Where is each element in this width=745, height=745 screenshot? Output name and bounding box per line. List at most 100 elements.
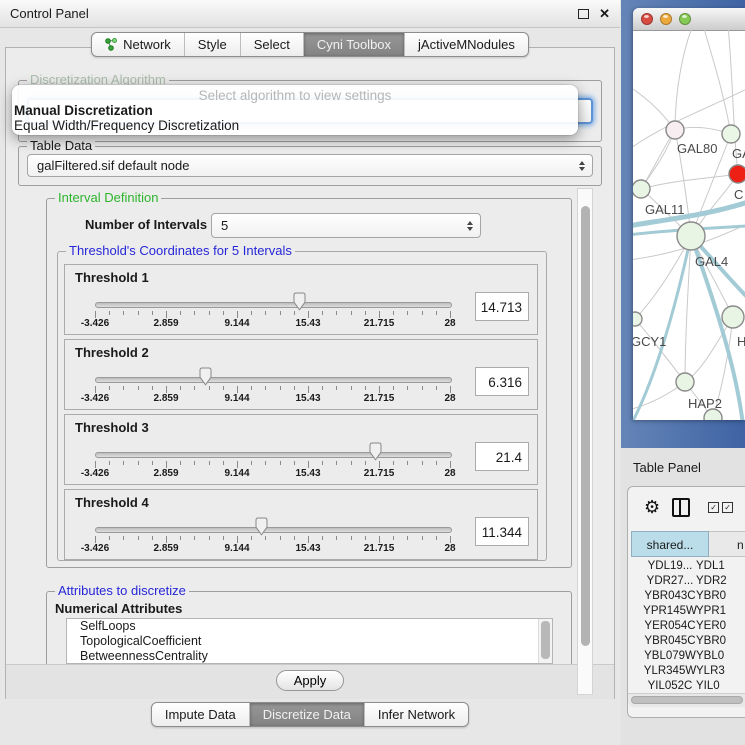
apply-button[interactable]: Apply bbox=[276, 670, 344, 691]
slider-thumb[interactable] bbox=[254, 517, 269, 536]
threshold-value-field[interactable]: 6.316 bbox=[475, 367, 529, 396]
slider-tick bbox=[109, 311, 110, 315]
slider-tick-label: 9.144 bbox=[224, 318, 249, 329]
column-header-name[interactable]: n bbox=[709, 531, 745, 557]
table-row[interactable]: YDR27...YDR2 bbox=[628, 574, 745, 589]
network-edge-highlighted[interactable] bbox=[633, 236, 691, 420]
tab-network[interactable]: Network bbox=[92, 33, 184, 56]
tab-label: Infer Network bbox=[378, 707, 455, 722]
threshold-slider[interactable]: -3.4262.8599.14415.4321.71528 bbox=[65, 340, 537, 409]
network-edge[interactable] bbox=[703, 30, 731, 134]
checkbox-icon[interactable]: ✓ bbox=[722, 502, 733, 513]
tab-select[interactable]: Select bbox=[240, 33, 303, 56]
slider-tick bbox=[294, 536, 295, 540]
split-columns-icon[interactable] bbox=[672, 498, 690, 517]
table-row[interactable]: YLR345WYLR3 bbox=[628, 664, 745, 679]
table-panel-title: Table Panel bbox=[621, 448, 745, 475]
attribute-list-item[interactable]: BetweennessCentrality bbox=[67, 649, 552, 664]
table-data-combo[interactable]: galFiltered.sif default node bbox=[27, 154, 593, 177]
tab-label: Style bbox=[198, 37, 227, 52]
slider-tick-label: 21.715 bbox=[364, 468, 395, 479]
network-node[interactable] bbox=[722, 306, 744, 328]
network-canvas[interactable]: GAL80GACGAL11GAL4GCY1HHAP2 bbox=[633, 30, 745, 420]
network-node[interactable] bbox=[666, 121, 684, 139]
slider-track[interactable] bbox=[95, 302, 452, 308]
threshold-slider[interactable]: -3.4262.8599.14415.4321.71528 bbox=[65, 415, 537, 484]
cell-name: YDL1 bbox=[696, 559, 725, 574]
tab-jactivemnodules[interactable]: jActiveMNodules bbox=[404, 33, 528, 56]
table-row[interactable]: YBR043CYBR0 bbox=[628, 589, 745, 604]
column-header-shared[interactable]: shared... bbox=[631, 531, 709, 557]
network-node[interactable] bbox=[722, 125, 740, 143]
table-row[interactable]: YER054CYER0 bbox=[628, 619, 745, 634]
slider-tick bbox=[450, 386, 451, 393]
gear-icon[interactable]: ⚙ bbox=[644, 498, 660, 516]
mac-minimize-button[interactable] bbox=[660, 13, 672, 25]
tab-impute-data[interactable]: Impute Data bbox=[152, 703, 249, 726]
algorithm-option[interactable]: Manual Discretization bbox=[12, 103, 578, 118]
tab-discretize-data[interactable]: Discretize Data bbox=[249, 703, 364, 726]
network-node[interactable] bbox=[633, 312, 642, 326]
slider-tick bbox=[152, 311, 153, 315]
settings-scrollbar[interactable] bbox=[577, 188, 593, 695]
scrollbar-thumb[interactable] bbox=[631, 696, 743, 704]
slider-thumb[interactable] bbox=[198, 367, 213, 386]
slider-tick bbox=[166, 536, 167, 543]
scrollbar-thumb[interactable] bbox=[541, 621, 550, 659]
network-node-label: H bbox=[737, 334, 745, 349]
algorithm-option[interactable]: Equal Width/Frequency Discretization bbox=[12, 118, 578, 133]
slider-track[interactable] bbox=[95, 377, 452, 383]
slider-tick bbox=[365, 386, 366, 390]
mac-zoom-button[interactable] bbox=[679, 13, 691, 25]
network-edge[interactable] bbox=[641, 174, 738, 189]
slider-tick bbox=[379, 536, 380, 543]
slider-tick bbox=[393, 461, 394, 465]
slider-tick-label: 15.43 bbox=[295, 318, 320, 329]
threshold-slider[interactable]: -3.4262.8599.14415.4321.71528 bbox=[65, 490, 537, 559]
float-window-icon[interactable] bbox=[578, 9, 589, 19]
tab-style[interactable]: Style bbox=[184, 33, 240, 56]
slider-tick bbox=[322, 311, 323, 315]
checkbox-icon[interactable]: ✓ bbox=[708, 502, 719, 513]
attribute-list-item[interactable]: SelfLoops bbox=[67, 619, 552, 634]
slider-tick bbox=[194, 461, 195, 465]
slider-track[interactable] bbox=[95, 452, 452, 458]
slider-track[interactable] bbox=[95, 527, 452, 533]
tab-cyni-toolbox[interactable]: Cyni Toolbox bbox=[303, 33, 404, 56]
tab-infer-network[interactable]: Infer Network bbox=[364, 703, 468, 726]
threshold-value-field[interactable]: 21.4 bbox=[475, 442, 529, 471]
slider-thumb[interactable] bbox=[292, 292, 307, 311]
table-row[interactable]: YIL052CYIL0 bbox=[628, 679, 745, 689]
table-row[interactable]: YBL079WYBL0 bbox=[628, 649, 745, 664]
slider-thumb[interactable] bbox=[368, 442, 383, 461]
table-row[interactable]: YDL19...YDL1 bbox=[628, 559, 745, 574]
table-row[interactable]: YBR045CYBR0 bbox=[628, 634, 745, 649]
mac-close-button[interactable] bbox=[641, 13, 653, 25]
slider-tick bbox=[308, 536, 309, 543]
slider-tick bbox=[152, 461, 153, 465]
scrollbar-thumb[interactable] bbox=[581, 206, 590, 646]
network-node[interactable] bbox=[677, 222, 705, 250]
slider-tick bbox=[209, 536, 210, 540]
threshold-value-field[interactable]: 14.713 bbox=[475, 292, 529, 321]
table-hscrollbar[interactable] bbox=[628, 693, 745, 707]
numerical-attributes-list[interactable]: SelfLoopsTopologicalCoefficientBetweenne… bbox=[66, 618, 553, 664]
close-icon[interactable]: ✕ bbox=[599, 7, 610, 20]
threshold-slider[interactable]: -3.4262.8599.14415.4321.71528 bbox=[65, 265, 537, 334]
cell-name: YBR0 bbox=[696, 634, 726, 649]
threshold-value-field[interactable]: 11.344 bbox=[475, 517, 529, 546]
slider-tick bbox=[365, 311, 366, 315]
network-node[interactable] bbox=[676, 373, 694, 391]
list-scrollbar[interactable] bbox=[538, 619, 552, 663]
network-edge[interactable] bbox=[641, 130, 675, 189]
thresholds-group: Threshold's Coordinates for 5 Intervals … bbox=[57, 251, 547, 561]
network-node[interactable] bbox=[633, 180, 650, 198]
attribute-list-item[interactable]: TopologicalCoefficient bbox=[67, 634, 552, 649]
number-of-intervals-combo[interactable]: 5 bbox=[211, 213, 481, 238]
slider-tick-label: 15.43 bbox=[295, 468, 320, 479]
network-node-label: GAL80 bbox=[677, 141, 717, 156]
slider-tick bbox=[422, 311, 423, 315]
table-panel: Table Panel ⚙ ✓ ✓ shared... n YDL19...YD… bbox=[621, 448, 745, 745]
table-row[interactable]: YPR145WYPR1 bbox=[628, 604, 745, 619]
network-node[interactable] bbox=[729, 165, 745, 183]
